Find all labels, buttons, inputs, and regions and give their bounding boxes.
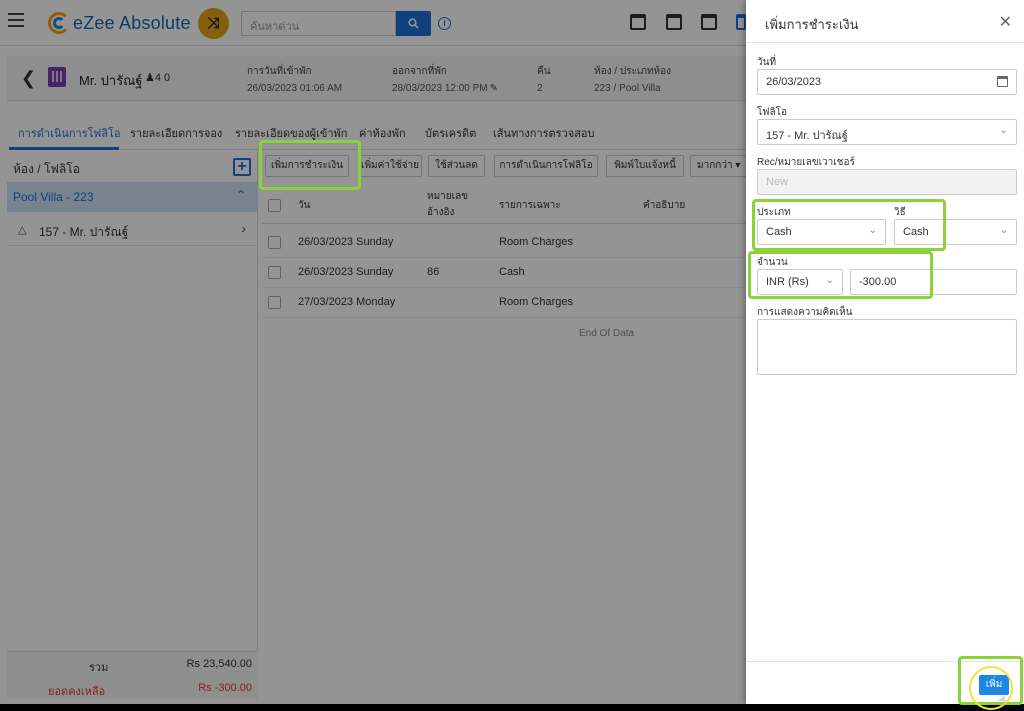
- amount-label: จำนวน: [757, 257, 788, 268]
- method-select[interactable]: Cash ⌄: [894, 219, 1017, 245]
- folio-select[interactable]: 157 - Mr. ปารัณฐ์ ⌄: [757, 119, 1017, 145]
- comment-textarea[interactable]: [757, 319, 1017, 375]
- bottom-border: [0, 704, 1024, 711]
- close-icon[interactable]: ✕: [999, 12, 1012, 32]
- hand-cursor-icon: ☝: [998, 693, 1006, 708]
- chevron-down-icon: ⌄: [999, 125, 1008, 136]
- app-window: eZee Absolute ⤨ ค้นหาด่วน i ❮ Mr. ปารัณฐ…: [0, 0, 1024, 711]
- calendar-icon[interactable]: [997, 76, 1008, 87]
- chevron-down-icon: ⌄: [825, 275, 834, 286]
- currency-select[interactable]: INR (Rs) ⌄: [757, 269, 843, 295]
- method-value: Cash: [903, 226, 929, 238]
- divider: [746, 42, 1024, 43]
- voucher-label: Rec/หมายเลขเวาเชอร์: [757, 157, 855, 168]
- chevron-down-icon: ⌄: [999, 225, 1008, 236]
- date-field[interactable]: 26/03/2023: [757, 69, 1017, 95]
- type-select[interactable]: Cash ⌄: [757, 219, 886, 245]
- folio-value: 157 - Mr. ปารัณฐ์: [766, 130, 848, 142]
- footer-divider: [746, 661, 1024, 662]
- chevron-down-icon: ⌄: [868, 225, 877, 236]
- add-button[interactable]: เพิ่ม: [979, 675, 1009, 695]
- folio-label: โฟลิโอ: [757, 107, 787, 118]
- drawer-title: เพิ่มการชำระเงิน: [765, 17, 859, 32]
- voucher-field: New: [757, 169, 1017, 195]
- comment-label: การแสดงความคิดเห็น: [757, 307, 853, 318]
- currency-value: INR (Rs): [766, 276, 809, 288]
- method-label: วิธี: [894, 207, 906, 218]
- type-value: Cash: [766, 226, 792, 238]
- amount-input[interactable]: -300.00: [850, 269, 1017, 295]
- type-label: ประเภท: [757, 207, 791, 218]
- date-value: 26/03/2023: [766, 76, 822, 88]
- modal-backdrop[interactable]: [0, 0, 746, 711]
- add-payment-drawer: เพิ่มการชำระเงิน ✕ วันที่ 26/03/2023 โฟล…: [746, 0, 1024, 704]
- date-label: วันที่: [757, 57, 777, 68]
